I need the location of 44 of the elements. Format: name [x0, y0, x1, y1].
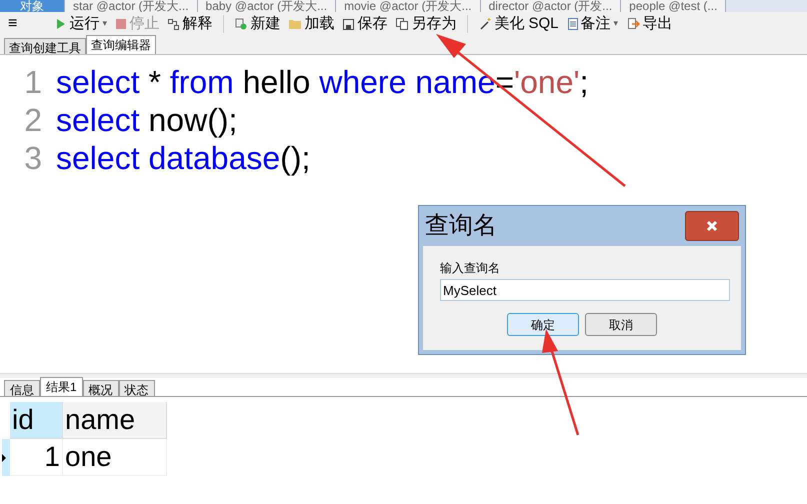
copy-icon: [396, 18, 408, 30]
line-number: 2: [23, 101, 43, 139]
code-line: select database();: [56, 139, 310, 177]
editor-tab[interactable]: 查询创建工具: [4, 38, 86, 54]
toolbar-button[interactable]: 新建: [233, 12, 282, 36]
line-number: 1: [23, 63, 43, 101]
result-tab[interactable]: 状态: [118, 380, 155, 396]
dropdown-caret: ▾: [102, 17, 108, 30]
column-header[interactable]: id: [10, 402, 63, 439]
play-icon: [56, 18, 66, 30]
export-icon: [628, 18, 640, 30]
stop-icon: [116, 19, 126, 29]
dropdown-caret: ▾: [614, 17, 619, 30]
toolbar-button[interactable]: 美化 SQL: [477, 12, 561, 36]
document-icon: [568, 18, 578, 30]
toolbar-button[interactable]: 导出: [626, 12, 675, 36]
editor-tab[interactable]: 查询编辑器: [86, 35, 156, 54]
folder-icon: [289, 19, 302, 29]
toolbar-button[interactable]: 运行 ▾: [54, 12, 110, 36]
query-name-field[interactable]: MySelect: [440, 279, 730, 301]
toolbar-button[interactable]: 加载: [287, 12, 336, 36]
dialog-title: 查询名: [425, 211, 497, 241]
line-number: 3: [23, 139, 43, 177]
toolbar-button[interactable]: 备注 ▾: [566, 12, 621, 36]
new-document-icon: [235, 18, 248, 30]
code-line: select now();: [56, 101, 238, 139]
toolbar-button[interactable]: 另存为: [394, 12, 458, 36]
close-icon: [706, 220, 718, 232]
result-tab[interactable]: 结果1: [40, 377, 83, 396]
dialog-button[interactable]: 确定: [507, 313, 579, 336]
toolbar-button[interactable]: 解释: [166, 12, 214, 36]
table-cell: one: [63, 439, 167, 476]
magic-wand-icon: [479, 18, 492, 30]
diagram-icon: [168, 18, 180, 30]
column-header[interactable]: name: [63, 402, 167, 439]
table-cell: 1: [10, 439, 63, 476]
menu-icon[interactable]: ≡: [8, 12, 18, 36]
dialog-button[interactable]: 取消: [585, 313, 657, 336]
close-button[interactable]: [685, 211, 739, 241]
result-tab[interactable]: 信息: [4, 380, 40, 396]
result-tab[interactable]: 概况: [82, 380, 119, 396]
field-label: 输入查询名: [440, 260, 501, 277]
current-row-icon: [2, 454, 6, 462]
toolbar-button[interactable]: 保存: [341, 12, 390, 36]
